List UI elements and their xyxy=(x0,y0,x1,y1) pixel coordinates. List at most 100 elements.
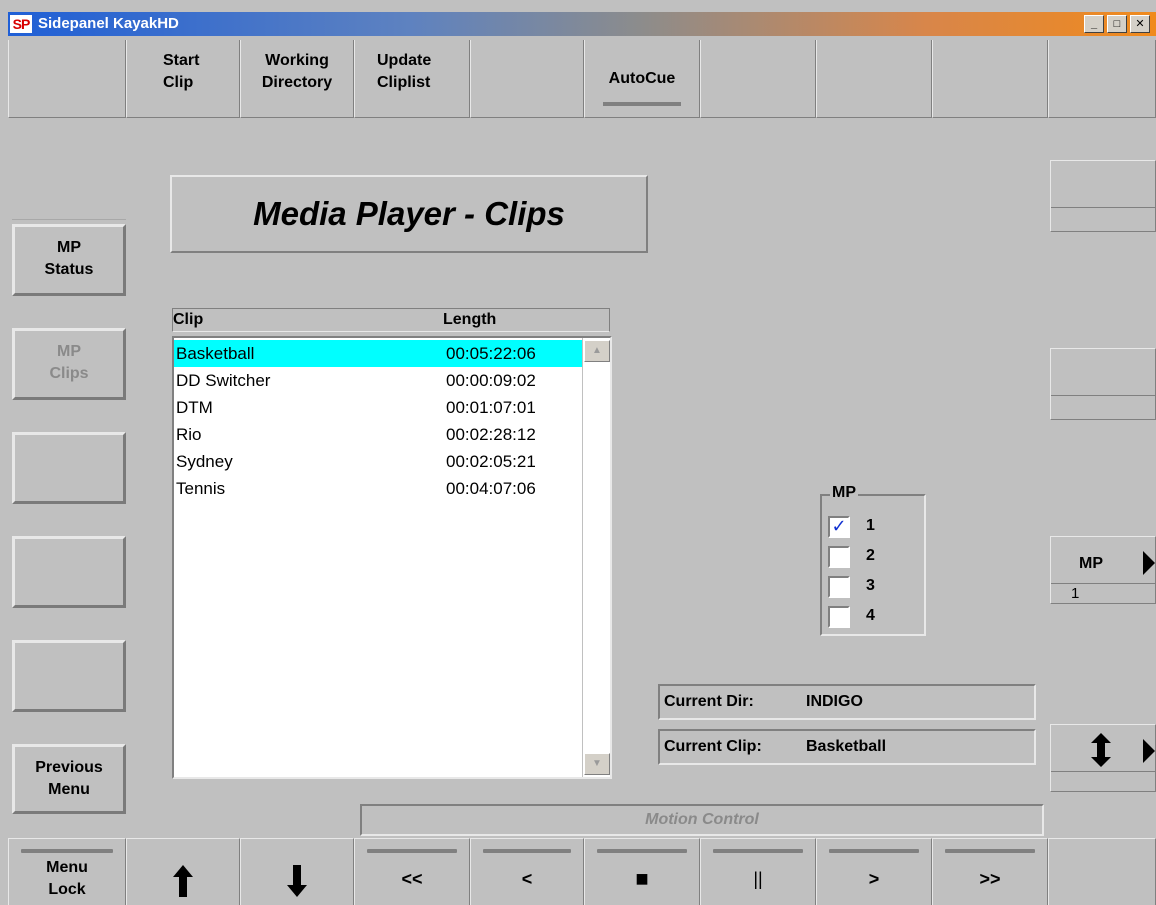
pause-icon: || xyxy=(753,869,763,889)
divider xyxy=(1051,771,1155,772)
previous-menu-button[interactable]: Previous Menu xyxy=(12,744,126,814)
fast-rewind-icon: << xyxy=(401,869,423,889)
clip-name: Rio xyxy=(176,425,202,444)
up-arrow-icon xyxy=(173,865,193,897)
working-directory-label: Working Directory xyxy=(261,52,333,91)
toolbar-empty-button-2[interactable] xyxy=(470,40,584,118)
list-item[interactable]: DD Switcher 00:00:09:02 xyxy=(174,367,582,394)
working-directory-button[interactable]: Working Directory xyxy=(240,40,354,118)
window-title: Sidepanel KayakHD xyxy=(38,15,179,32)
list-item[interactable]: Rio 00:02:28:12 xyxy=(174,421,582,448)
arrow-right-icon xyxy=(1143,739,1155,763)
mp-option-label: 4 xyxy=(866,607,875,624)
mp-clips-button[interactable]: MP Clips xyxy=(12,328,126,400)
current-dir-value: INDIGO xyxy=(806,693,863,710)
checkbox[interactable] xyxy=(828,576,850,598)
clip-list[interactable]: Basketball 00:05:22:06 DD Switcher 00:00… xyxy=(172,336,612,779)
up-down-arrow-icon xyxy=(1091,733,1111,767)
fast-forward-icon: >> xyxy=(979,869,1001,889)
checkbox[interactable] xyxy=(828,606,850,628)
bottom-empty-button[interactable] xyxy=(1048,838,1156,905)
play-icon: > xyxy=(868,869,880,889)
clip-name: Tennis xyxy=(176,479,226,498)
list-item[interactable]: Tennis 00:04:07:06 xyxy=(174,475,582,502)
button-indicator xyxy=(367,849,457,853)
current-clip-field: Current Clip: Basketball xyxy=(658,729,1036,765)
fast-forward-button[interactable]: >> xyxy=(932,838,1048,905)
scroll-up-icon[interactable]: ▲ xyxy=(584,340,610,362)
down-button[interactable] xyxy=(240,838,354,905)
mp-group-legend: MP xyxy=(830,484,858,502)
autocue-button[interactable]: AutoCue xyxy=(584,40,700,118)
button-indicator xyxy=(945,849,1035,853)
current-clip-label: Current Clip: xyxy=(664,738,762,755)
down-arrow-icon xyxy=(287,865,307,897)
stop-button[interactable]: ■ xyxy=(584,838,700,905)
right-display-2 xyxy=(1050,348,1156,420)
stop-icon: ■ xyxy=(635,866,649,891)
toolbar-empty-button-5[interactable] xyxy=(932,40,1048,118)
checkbox[interactable] xyxy=(828,546,850,568)
pause-button[interactable]: || xyxy=(700,838,816,905)
mp-option-label: 2 xyxy=(866,547,875,564)
autocue-label: AutoCue xyxy=(608,70,676,87)
button-indicator xyxy=(829,849,919,853)
minimize-button[interactable]: _ xyxy=(1084,15,1104,33)
arrow-right-icon xyxy=(1143,551,1155,575)
mp-option-label: 1 xyxy=(866,517,875,534)
fast-rewind-button[interactable]: << xyxy=(354,838,470,905)
app-icon: SP xyxy=(10,15,32,33)
scroll-down-icon[interactable]: ▼ xyxy=(584,753,610,775)
button-indicator xyxy=(597,849,687,853)
motion-control-label: Motion Control xyxy=(360,804,1044,836)
mp-select-label: MP xyxy=(1079,555,1103,572)
current-clip-value: Basketball xyxy=(806,738,887,755)
toolbar-empty-button-6[interactable] xyxy=(1048,40,1156,118)
column-header-clip[interactable]: Clip xyxy=(173,311,203,329)
clip-name: Sydney xyxy=(176,452,233,471)
toolbar-empty-button-4[interactable] xyxy=(816,40,932,118)
sidebar-empty-button-1[interactable] xyxy=(12,432,126,504)
menu-lock-indicator xyxy=(21,849,113,853)
mp-select-button[interactable]: MP 1 xyxy=(1050,536,1156,604)
list-item[interactable]: DTM 00:01:07:01 xyxy=(174,394,582,421)
menu-lock-button[interactable]: Menu Lock xyxy=(8,838,126,905)
jog-button[interactable] xyxy=(1050,724,1156,792)
checkmark-icon[interactable]: ✓ xyxy=(828,516,850,538)
clip-list-header: Clip Length xyxy=(172,308,610,332)
update-cliplist-button[interactable]: Update Cliplist xyxy=(354,40,470,118)
divider xyxy=(1051,207,1155,208)
maximize-button[interactable]: □ xyxy=(1107,15,1127,33)
clip-name: DTM xyxy=(176,398,213,417)
clip-length: 00:02:28:12 xyxy=(446,425,536,444)
clip-name: DD Switcher xyxy=(176,371,271,390)
column-header-length[interactable]: Length xyxy=(443,311,496,329)
rewind-button[interactable]: < xyxy=(470,838,584,905)
title-bar: SP Sidepanel KayakHD _ □ ✕ xyxy=(8,12,1156,36)
start-clip-button[interactable]: Start Clip xyxy=(126,40,240,118)
right-display-1 xyxy=(1050,160,1156,232)
autocue-indicator xyxy=(603,102,681,106)
toolbar-empty-button-3[interactable] xyxy=(700,40,816,118)
play-button[interactable]: > xyxy=(816,838,932,905)
sidebar-empty-button-3[interactable] xyxy=(12,640,126,712)
divider xyxy=(1051,583,1155,584)
current-dir-label: Current Dir: xyxy=(664,693,754,710)
mp-status-button[interactable]: MP Status xyxy=(12,224,126,296)
mp-selector-group: MP ✓ 1 2 3 4 xyxy=(820,484,926,636)
sidebar-spacer xyxy=(12,170,126,220)
list-item[interactable]: Sydney 00:02:05:21 xyxy=(174,448,582,475)
up-button[interactable] xyxy=(126,838,240,905)
close-button[interactable]: ✕ xyxy=(1130,15,1150,33)
sidebar-empty-button-2[interactable] xyxy=(12,536,126,608)
list-item[interactable]: Basketball 00:05:22:06 xyxy=(174,340,582,367)
toolbar-empty-button-1[interactable] xyxy=(8,40,126,118)
clip-length: 00:02:05:21 xyxy=(446,452,536,471)
clip-name: Basketball xyxy=(176,344,255,363)
button-indicator xyxy=(483,849,571,853)
current-dir-field: Current Dir: INDIGO xyxy=(658,684,1036,720)
list-scrollbar[interactable]: ▲ ▼ xyxy=(582,338,610,777)
clip-length: 00:01:07:01 xyxy=(446,398,536,417)
button-indicator xyxy=(713,849,803,853)
mp-select-value: 1 xyxy=(1071,585,1080,602)
